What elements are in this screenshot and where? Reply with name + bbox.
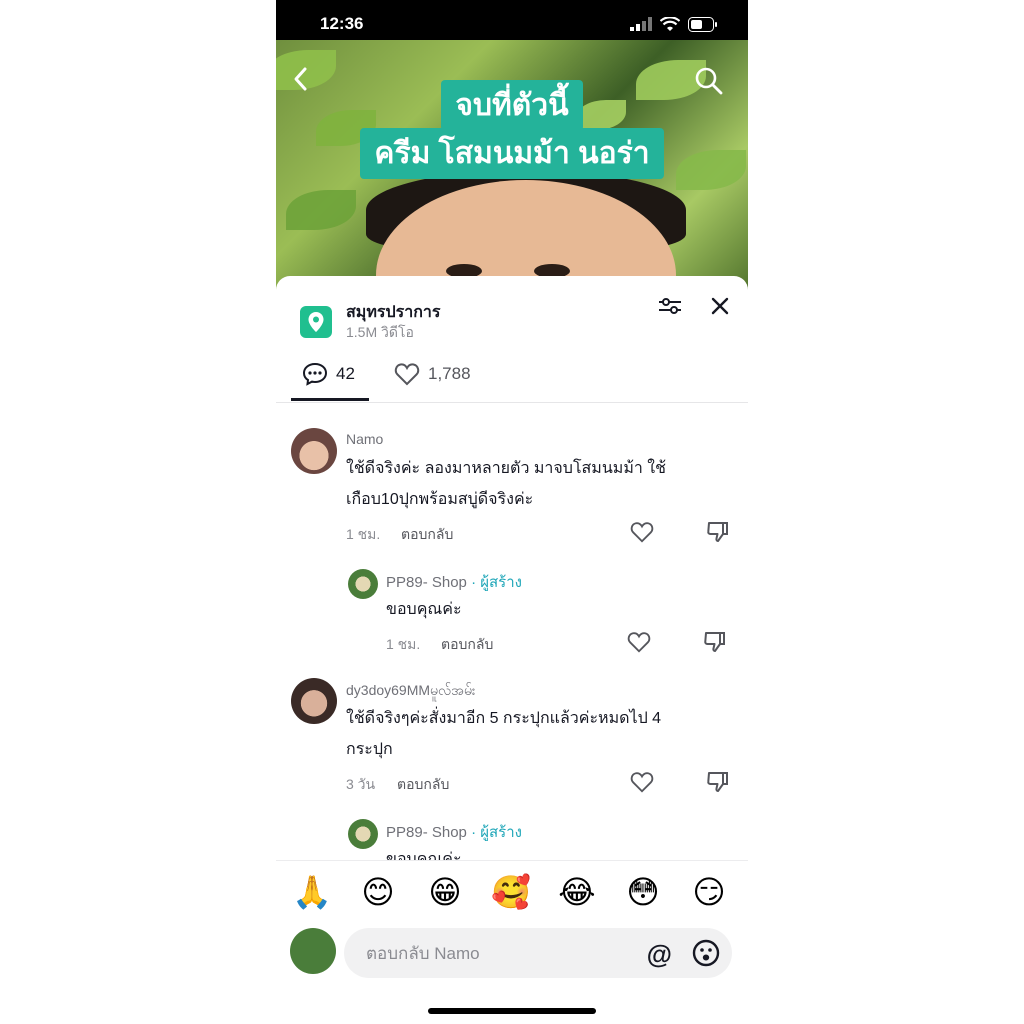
home-indicator xyxy=(428,1008,596,1014)
reply-username-text: PP89- Shop xyxy=(386,574,467,591)
comment-time: 3 วัน xyxy=(346,776,376,792)
reply-time: 1 ชม. xyxy=(386,636,421,652)
status-bar: 12:36 xyxy=(276,0,748,40)
tab-likes[interactable]: 1,788 xyxy=(394,362,471,386)
reply-username[interactable]: PP89- Shop · ผู้สร้าง xyxy=(386,820,522,844)
creator-badge: · ผู้สร้าง xyxy=(471,824,522,841)
back-button[interactable] xyxy=(292,66,310,96)
comment-text-line2: กระปุก xyxy=(346,741,393,758)
leaf-decoration xyxy=(286,190,356,230)
reply-button[interactable]: ตอบกลับ xyxy=(401,524,453,546)
reply-username[interactable]: PP89- Shop · ผู้สร้าง xyxy=(386,570,522,594)
phone-screen: 12:36 จบที่ตัวนี้ ครีม โสมนมม้า นอร่า สม… xyxy=(276,0,748,1024)
smiley-icon xyxy=(692,939,720,967)
wifi-icon xyxy=(660,16,680,31)
emoji-button[interactable]: 😂 xyxy=(557,872,597,912)
signal-icon xyxy=(630,17,652,31)
chevron-left-icon xyxy=(294,67,307,91)
comment-text-line1: ใช้ดีจริงๆค่ะสั่งมาอีก 5 กระปุกแล้วค่ะหม… xyxy=(346,710,662,727)
filter-icon xyxy=(659,298,681,314)
status-time: 12:36 xyxy=(320,14,364,33)
comment-text-line1: ใช้ดีจริงค่ะ ลองมาหลายตัว มาจบโสมนมม้า ใ… xyxy=(346,460,666,477)
emoji-button[interactable]: 🥰 xyxy=(491,872,531,912)
reply-button[interactable]: ตอบกลับ xyxy=(441,634,493,656)
avatar[interactable] xyxy=(291,678,337,724)
emoji-button[interactable]: 🙏 xyxy=(292,872,332,912)
comment-list[interactable]: Namo ใช้ดีจริงค่ะ ลองมาหลายตัว มาจบโสมนม… xyxy=(276,403,748,860)
comments-count: 42 xyxy=(336,364,355,383)
heart-icon[interactable] xyxy=(630,770,654,794)
filter-button[interactable] xyxy=(656,292,684,320)
video-caption-line1: จบที่ตัวนี้ xyxy=(441,80,583,131)
search-button[interactable] xyxy=(694,66,724,100)
likes-count: 1,788 xyxy=(428,364,471,383)
creator-badge: · ผู้สร้าง xyxy=(471,574,522,591)
tab-comments[interactable]: 42 xyxy=(302,362,355,386)
comment-input-box[interactable]: @ xyxy=(344,928,732,980)
emoji-button[interactable]: 😳 xyxy=(623,872,663,912)
location-pin-icon xyxy=(308,312,324,332)
my-avatar xyxy=(290,928,336,974)
reply-username-text: PP89- Shop xyxy=(386,824,467,841)
emoji-bar-divider xyxy=(276,860,748,861)
reply-text: ขอบคุณค่ะ xyxy=(386,601,462,618)
video-caption-line2-wrap: ครีม โสมนมม้า นอร่า xyxy=(276,128,748,179)
comment-sheet: สมุทรปราการ 1.5M วิดีโอ 42 1,788 Namo ใช… xyxy=(276,276,748,1024)
emoji-button[interactable]: 😊 xyxy=(358,872,398,912)
dislike-icon[interactable] xyxy=(706,520,730,544)
heart-icon[interactable] xyxy=(627,630,651,654)
reply-text: ขอบคุณค่ะ xyxy=(386,851,462,860)
heart-icon xyxy=(394,363,420,386)
avatar[interactable] xyxy=(348,819,378,849)
avatar[interactable] xyxy=(291,428,337,474)
dislike-icon[interactable] xyxy=(703,630,727,654)
comment-icon xyxy=(302,362,328,386)
comment-username[interactable]: dy3doy69MMမူလ်အမ်း xyxy=(346,681,476,702)
search-icon xyxy=(695,67,723,95)
emoji-button[interactable]: 😁 xyxy=(425,872,465,912)
dislike-icon[interactable] xyxy=(706,770,730,794)
reply-button[interactable]: ตอบกลับ xyxy=(397,774,449,796)
comment-username[interactable]: Namo xyxy=(346,431,383,447)
video-preview[interactable]: จบที่ตัวนี้ ครีม โสมนมม้า นอร่า xyxy=(276,40,748,290)
emoji-picker-button[interactable] xyxy=(692,939,720,971)
emoji-button[interactable]: 😏 xyxy=(689,872,729,912)
mention-button[interactable]: @ xyxy=(647,939,672,970)
avatar[interactable] xyxy=(348,569,378,599)
active-tab-indicator xyxy=(291,398,369,401)
comment-time: 1 ชม. xyxy=(346,526,381,542)
comment-text-line2: เกือบ10ปุกพร้อมสบู่ดีจริงค่ะ xyxy=(346,491,534,508)
location-badge[interactable] xyxy=(300,306,332,338)
close-icon xyxy=(711,297,729,315)
comment-input[interactable] xyxy=(364,928,638,980)
video-caption-line2: ครีม โสมนมม้า นอร่า xyxy=(360,128,664,179)
video-caption-line1-wrap: จบที่ตัวนี้ xyxy=(276,80,748,131)
status-icons xyxy=(630,16,718,32)
close-button[interactable] xyxy=(706,292,734,320)
location-video-count: 1.5M วิดีโอ xyxy=(346,324,414,340)
heart-icon[interactable] xyxy=(630,520,654,544)
battery-icon xyxy=(688,16,717,32)
